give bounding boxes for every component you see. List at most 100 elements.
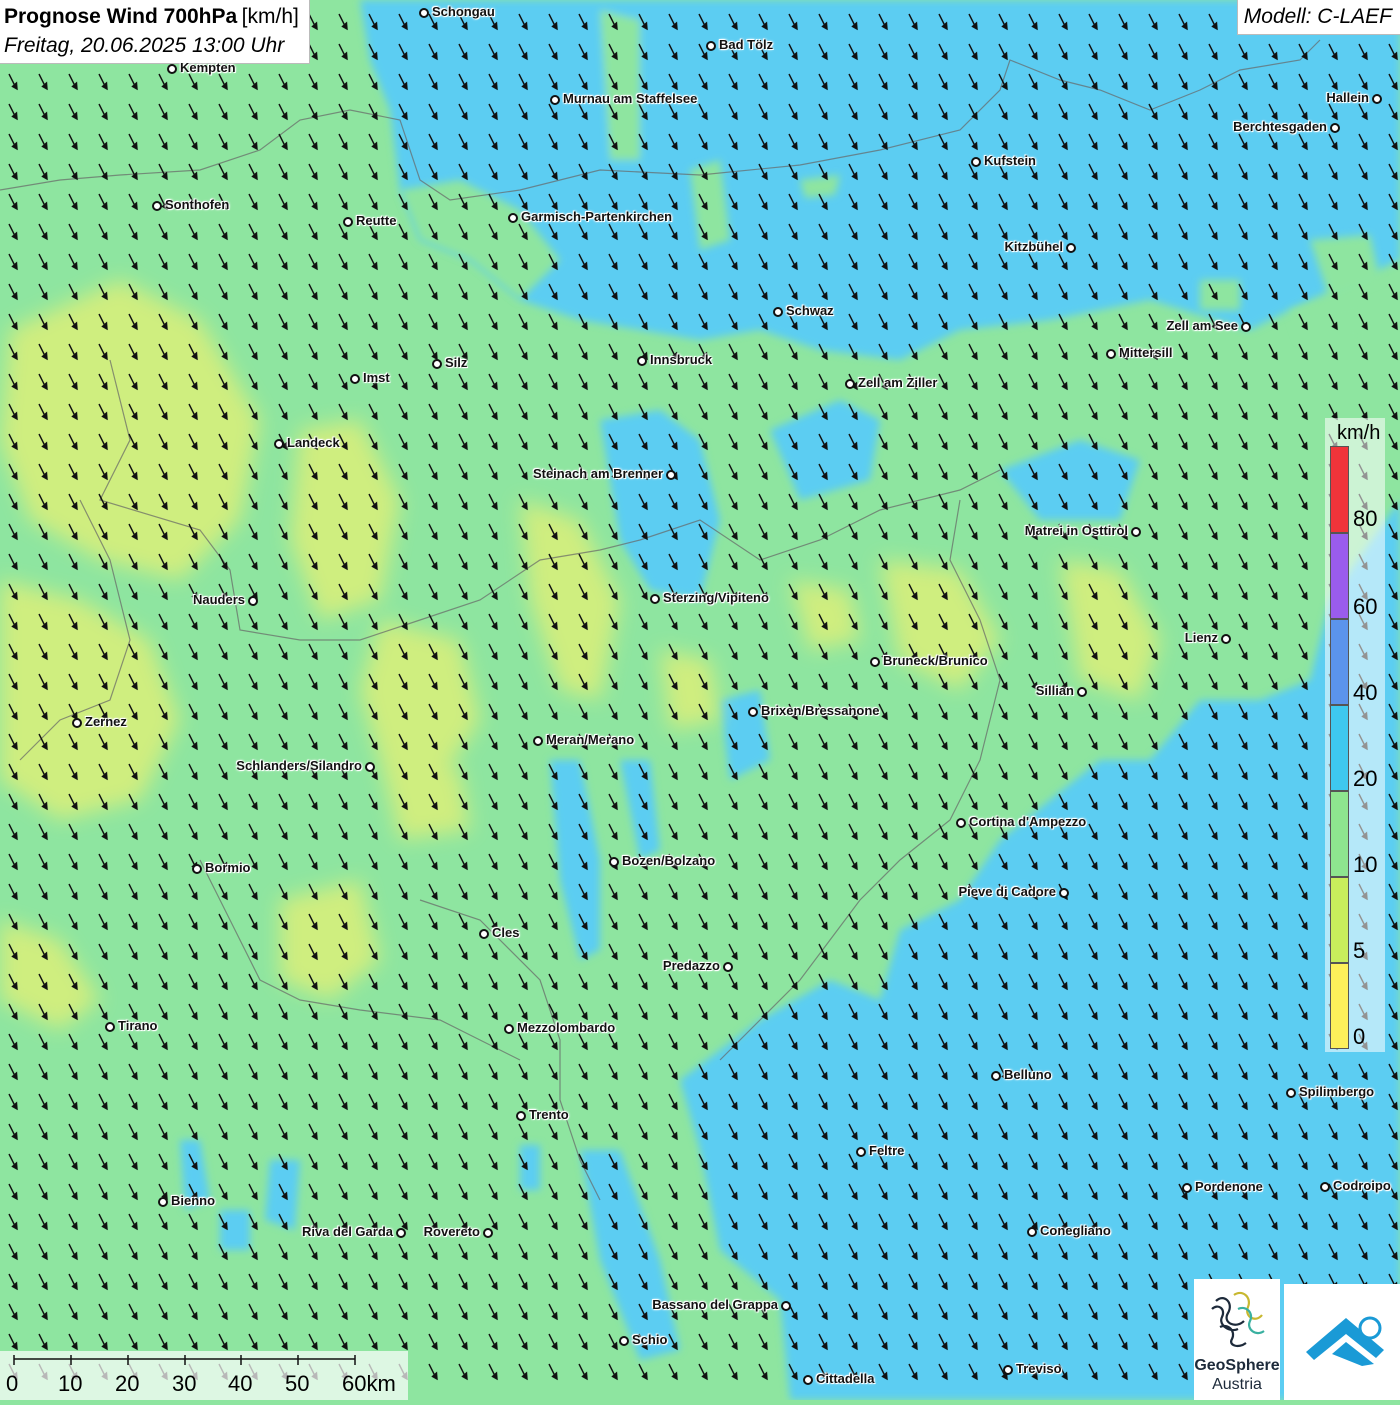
city-label: Bozen/Bolzano [622, 853, 716, 868]
legend-class-20-40 [1330, 705, 1349, 791]
city-label: Silz [445, 355, 468, 370]
city-marker-icon [167, 64, 177, 74]
city-label: Pieve di Cadore [958, 884, 1056, 899]
city-marker-icon [609, 857, 619, 867]
city-label: Innsbruck [650, 352, 713, 367]
city-label: Mittersill [1119, 345, 1173, 360]
city-marker-icon [479, 929, 489, 939]
geosphere-emblem-icon [1211, 1291, 1265, 1348]
city-marker-icon [1077, 687, 1087, 697]
city-marker-icon [781, 1301, 791, 1311]
scale-label-10: 10 [58, 1371, 83, 1396]
city-label: Sillian [1035, 683, 1074, 698]
city-label: Riva del Garda [301, 1224, 393, 1239]
city-label: Cortina d'Ampezzo [969, 814, 1087, 829]
city-label: Zell am Ziller [858, 375, 938, 390]
city-label: Predazzo [662, 958, 720, 973]
city-marker-icon [152, 201, 162, 211]
city-label: Cles [492, 925, 520, 940]
cloud-arrow-icon [1306, 1316, 1384, 1366]
city-marker-icon [350, 374, 360, 384]
city-marker-icon [870, 657, 880, 667]
city-marker-icon [723, 962, 733, 972]
city-marker-icon [105, 1022, 115, 1032]
city-marker-icon [748, 707, 758, 717]
city-marker-icon [845, 379, 855, 389]
city-label: Reutte [356, 213, 397, 228]
legend-class-0-5 [1330, 963, 1349, 1049]
legend-class-40-60 [1330, 619, 1349, 705]
city-marker-icon [419, 8, 429, 18]
city-label: Bienno [171, 1193, 216, 1208]
city-marker-icon [650, 594, 660, 604]
city-label: Sterzing/Vipiteno [663, 590, 769, 605]
city-label: Zell am See [1166, 318, 1238, 333]
city-label: Schwaz [786, 303, 834, 318]
city-label: Bassano del Grappa [652, 1297, 778, 1312]
city-label: Cittadella [816, 1371, 875, 1386]
city-label: Steinach am Brenner [532, 466, 663, 481]
city-label: Bad Tölz [719, 37, 774, 52]
legend-label-10: 10 [1353, 852, 1378, 877]
city-label: Spilimbergo [1299, 1084, 1375, 1099]
city-label: Mezzolombardo [517, 1020, 616, 1035]
city-marker-icon [856, 1147, 866, 1157]
city-label: Lienz [1184, 630, 1218, 645]
legend-label-5: 5 [1353, 938, 1366, 963]
legend-class-10-20 [1330, 791, 1349, 877]
city-marker-icon [396, 1228, 406, 1238]
city-label: Garmisch-Partenkirchen [521, 209, 673, 224]
map-title-unit: [km/h] [241, 5, 299, 28]
map-title: Prognose Wind 700hPa [4, 5, 238, 28]
city-label: Trento [529, 1107, 569, 1122]
city-label: Zernez [85, 714, 127, 729]
city-marker-icon [956, 818, 966, 828]
city-marker-icon [1003, 1365, 1013, 1375]
city-marker-icon [1131, 527, 1141, 537]
legend-label-80: 80 [1353, 506, 1378, 531]
legend-class-80plus [1330, 446, 1349, 533]
city-label: Berchtesgaden [1233, 119, 1327, 134]
city-marker-icon [508, 213, 518, 223]
city-marker-icon [158, 1197, 168, 1207]
city-label: Kufstein [984, 153, 1036, 168]
city-label: Bormio [205, 860, 251, 875]
city-marker-icon [483, 1228, 493, 1238]
city-marker-icon [1241, 322, 1251, 332]
city-marker-icon [1182, 1183, 1192, 1193]
city-marker-icon [619, 1336, 629, 1346]
city-label: Pordenone [1195, 1179, 1263, 1194]
city-marker-icon [1027, 1227, 1037, 1237]
forecast-datetime: Freitag, 20.06.2025 13:00 Uhr [4, 34, 285, 57]
city-marker-icon [1221, 634, 1231, 644]
city-marker-icon [1286, 1088, 1296, 1098]
city-marker-icon [1372, 94, 1382, 104]
city-marker-icon [516, 1111, 526, 1121]
scale-label-20: 20 [115, 1371, 140, 1396]
city-label: Hallein [1326, 90, 1369, 105]
city-label: Murnau am Staffelsee [563, 91, 698, 106]
city-marker-icon [1066, 243, 1076, 253]
city-label: Kempten [180, 60, 236, 75]
city-marker-icon [773, 307, 783, 317]
legend-class-5-10 [1330, 877, 1349, 963]
city-label: Sonthofen [165, 197, 230, 212]
city-label: Imst [363, 370, 390, 385]
city-marker-icon [666, 470, 676, 480]
city-marker-icon [274, 439, 284, 449]
scale-label-0: 0 [6, 1371, 19, 1396]
city-marker-icon [343, 217, 353, 227]
map-title-box: Prognose Wind 700hPa [km/h] Freitag, 20.… [0, 0, 310, 64]
city-marker-icon [504, 1024, 514, 1034]
scale-bar: 0 10 20 30 40 50 60km [0, 1351, 408, 1400]
city-label: Belluno [1004, 1067, 1052, 1082]
city-label: Matrei in Osttirol [1024, 523, 1128, 538]
geosphere-logo-line2: Austria [1212, 1376, 1262, 1393]
city-label: Schio [632, 1332, 668, 1347]
city-label: Feltre [869, 1143, 905, 1158]
legend-class-60-80 [1330, 533, 1349, 619]
city-label: Kitzbühel [1004, 239, 1064, 254]
scale-label-50: 50 [285, 1371, 310, 1396]
model-label: Modell: C-LAEF [1236, 0, 1400, 35]
geosphere-logo: GeoSphere Austria [1194, 1279, 1280, 1400]
